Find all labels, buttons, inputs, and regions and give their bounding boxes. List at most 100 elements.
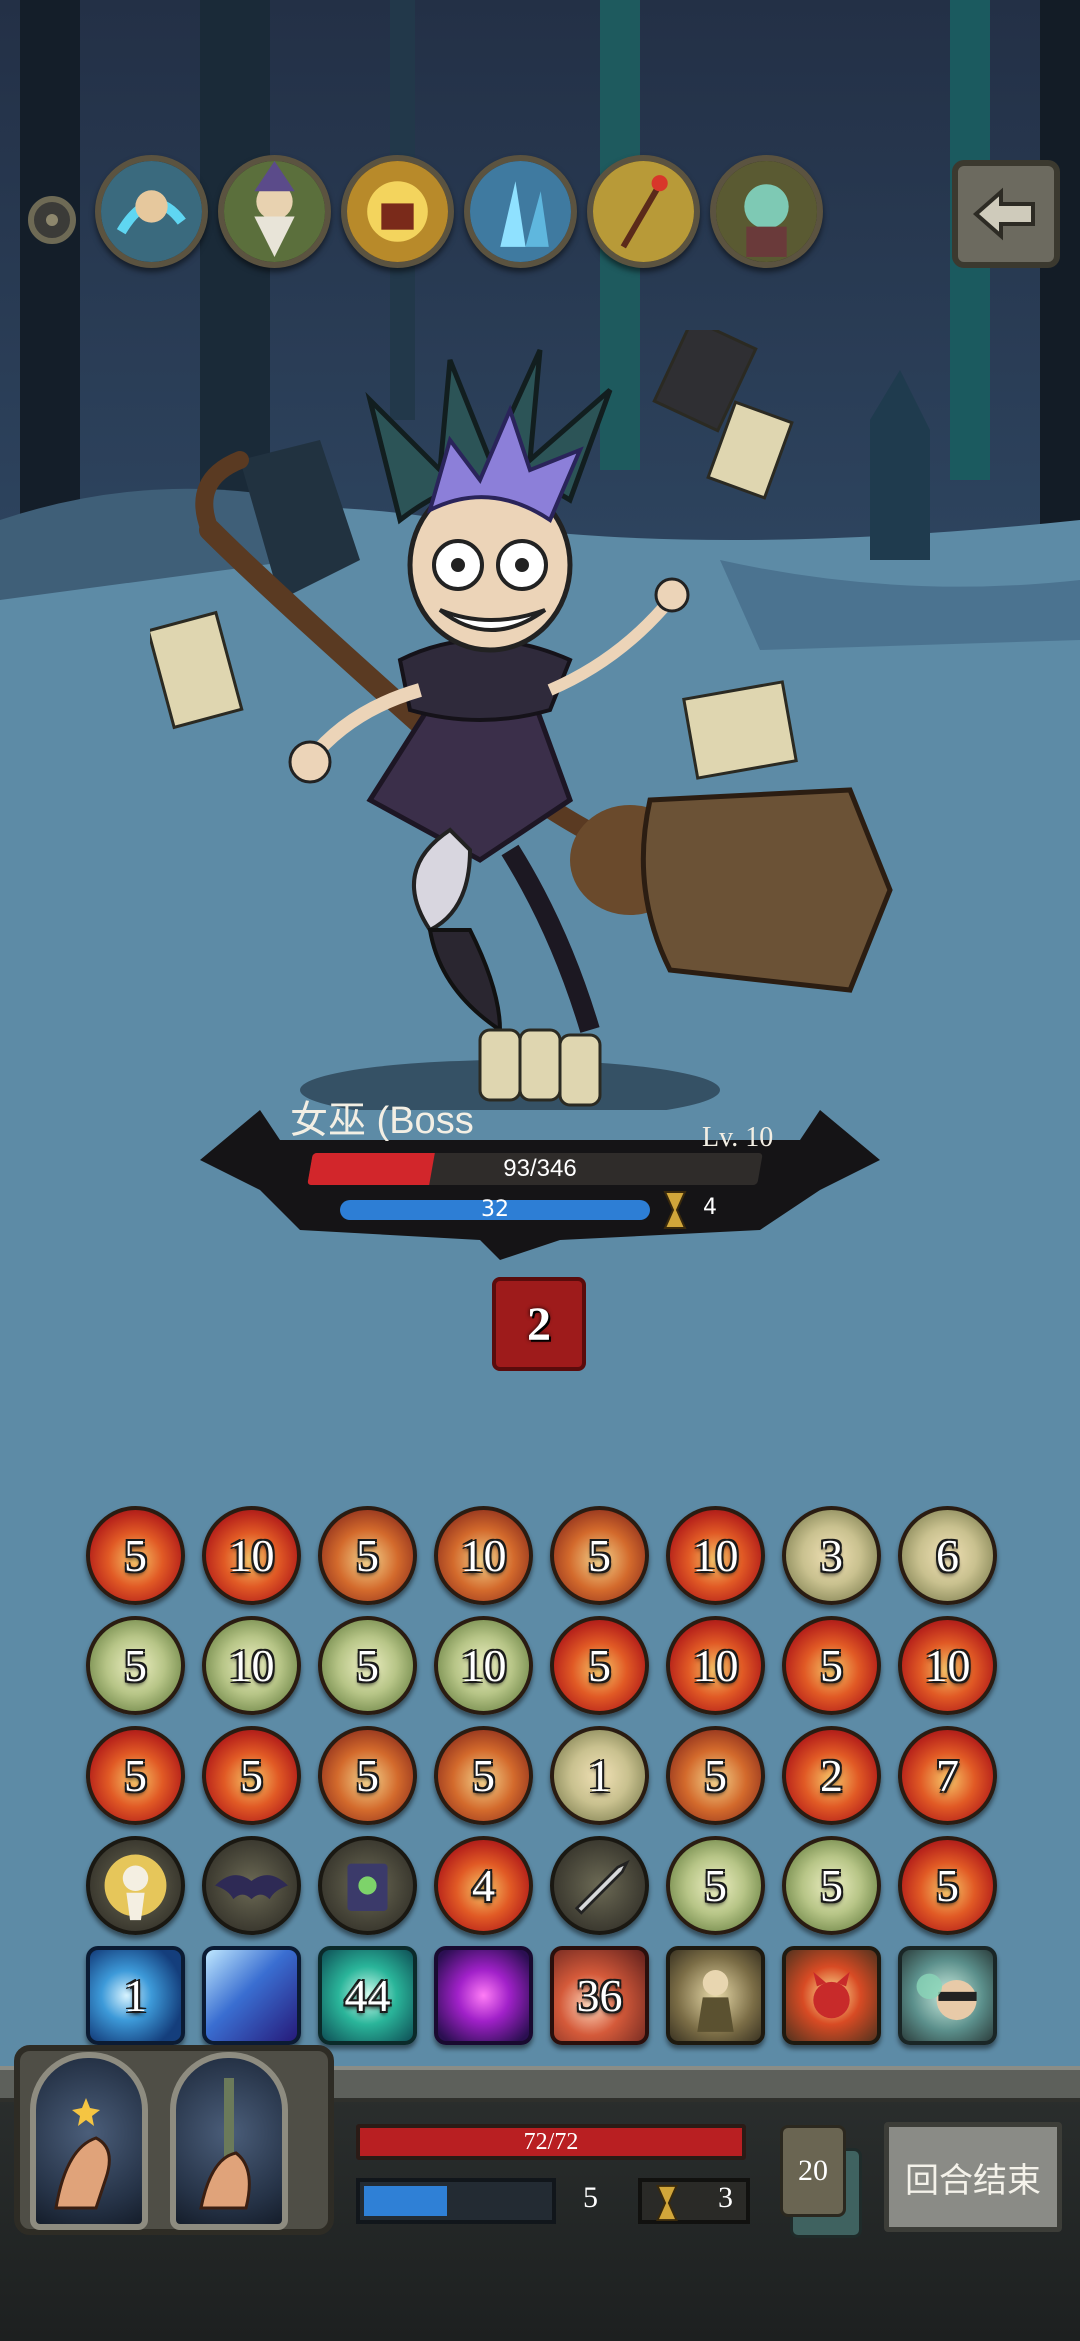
leaf-card[interactable]: 5: [318, 1616, 417, 1715]
card-value: 5: [588, 1640, 611, 1691]
zombie-portrait-icon[interactable]: [710, 155, 823, 268]
draw-pile-button[interactable]: 20: [780, 2125, 846, 2217]
fire-card[interactable]: 10: [666, 1506, 765, 1605]
thief-card[interactable]: [898, 1946, 997, 2045]
witch-boss-illustration[interactable]: [150, 330, 950, 1110]
boss-name: 女巫 (Boss: [290, 1100, 474, 1142]
fire-card[interactable]: 7: [898, 1726, 997, 1825]
fire-card[interactable]: 5: [782, 1616, 881, 1715]
skill-storm-card[interactable]: [202, 1946, 301, 2045]
card-value: 10: [228, 1530, 275, 1581]
boss-attack-intent[interactable]: 2: [492, 1277, 586, 1371]
card-value: 10: [924, 1640, 971, 1691]
leaf-card[interactable]: 5: [782, 1836, 881, 1935]
fire-card[interactable]: 2: [782, 1726, 881, 1825]
fire-card[interactable]: 10: [202, 1506, 301, 1605]
boss-intent-value: 2: [527, 1297, 551, 1351]
sparkle-hand-icon: [54, 2098, 111, 2210]
lightning-mage-icon: [90, 1840, 181, 1931]
card-value: 44: [344, 1970, 391, 2021]
burst-card[interactable]: 5: [434, 1726, 533, 1825]
card-grid: 5 10 5 10 5 10 3 6 5 10 5 10 5 10 5 10 5 5 5 5 1 5 2 7 4 5 5 5 1 44 36: [86, 1506, 1006, 2045]
water-hand-portrait-icon[interactable]: [95, 155, 208, 268]
card-value: 1: [588, 1750, 611, 1801]
skill-ice-card[interactable]: 1: [86, 1946, 185, 2045]
hero-slot-sparkle-hand[interactable]: [30, 2052, 148, 2230]
bat-icon: [206, 1840, 297, 1931]
boss-shield-text: 32: [481, 1197, 509, 1222]
card-value: 10: [228, 1640, 275, 1691]
card-value: 36: [576, 1970, 623, 2021]
ghost-card[interactable]: 6: [898, 1506, 997, 1605]
card-value: 5: [588, 1530, 611, 1581]
boss-hp-text: 93/346: [503, 1155, 577, 1182]
leaf-card[interactable]: 5: [86, 1616, 185, 1715]
leaf-card[interactable]: 10: [434, 1616, 533, 1715]
fire-card[interactable]: 5: [898, 1836, 997, 1935]
thief-icon: [902, 1950, 993, 2041]
fire-card[interactable]: 5: [86, 1726, 185, 1825]
monk-icon: [670, 1950, 761, 2041]
player-turns-value: 3: [718, 2181, 733, 2214]
skill-teal-card[interactable]: 44: [318, 1946, 417, 2045]
party-portrait-row: [95, 155, 835, 275]
leaf-card[interactable]: 10: [202, 1616, 301, 1715]
monk-card[interactable]: [666, 1946, 765, 2045]
card-value: 5: [472, 1750, 495, 1801]
fire-card[interactable]: 5: [550, 1616, 649, 1715]
fire-card[interactable]: 4: [434, 1836, 533, 1935]
card-value: 5: [356, 1750, 379, 1801]
card-value: 5: [240, 1750, 263, 1801]
bat-card[interactable]: [202, 1836, 301, 1935]
crystal-shard-portrait-icon[interactable]: [464, 155, 577, 268]
card-value: 10: [460, 1640, 507, 1691]
old-wizard-portrait-icon[interactable]: [218, 155, 331, 268]
lightning-mage-card[interactable]: [86, 1836, 185, 1935]
deck-count: 20: [798, 2154, 828, 2187]
fire-card[interactable]: 10: [666, 1616, 765, 1715]
hourglass-icon: [656, 2184, 678, 2222]
skill-rust-card[interactable]: 36: [550, 1946, 649, 2045]
sword-hand-icon: [199, 2078, 251, 2210]
card-value: 10: [460, 1530, 507, 1581]
end-turn-button[interactable]: 回合结束: [884, 2122, 1062, 2232]
fire-card[interactable]: 10: [898, 1616, 997, 1715]
spellbook-card[interactable]: [318, 1836, 417, 1935]
burst-card[interactable]: 5: [318, 1726, 417, 1825]
card-value: 6: [936, 1530, 959, 1581]
card-value: 5: [936, 1860, 959, 1911]
fire-card[interactable]: 5: [202, 1726, 301, 1825]
card-value: 5: [124, 1750, 147, 1801]
card-value: 5: [704, 1750, 727, 1801]
demon-card[interactable]: [782, 1946, 881, 2045]
flaming-book-portrait-icon[interactable]: [341, 155, 454, 268]
leaf-card[interactable]: 5: [666, 1836, 765, 1935]
relic-slot-icon[interactable]: [28, 196, 76, 244]
card-value: 4: [472, 1860, 495, 1911]
demon-icon: [786, 1950, 877, 2041]
card-value: 2: [820, 1750, 843, 1801]
burst-card[interactable]: 5: [666, 1726, 765, 1825]
sword-icon: [554, 1840, 645, 1931]
burst-card[interactable]: 5: [550, 1506, 649, 1605]
card-value: 5: [124, 1640, 147, 1691]
player-energy-fill: [364, 2186, 447, 2216]
card-value: 5: [124, 1530, 147, 1581]
sword-card[interactable]: [550, 1836, 649, 1935]
back-arrow-icon: [972, 187, 1035, 241]
skill-violet-card[interactable]: [434, 1946, 533, 2045]
ghost-card[interactable]: 1: [550, 1726, 649, 1825]
card-value: 5: [820, 1860, 843, 1911]
hero-slot-sword-hand[interactable]: [170, 2052, 288, 2230]
card-value: 7: [936, 1750, 959, 1801]
ghost-card[interactable]: 3: [782, 1506, 881, 1605]
back-button[interactable]: [952, 160, 1060, 268]
burst-card[interactable]: 10: [434, 1506, 533, 1605]
fire-card[interactable]: 5: [86, 1506, 185, 1605]
burst-card[interactable]: 5: [318, 1506, 417, 1605]
hourglass-icon: [663, 1191, 687, 1229]
card-value: 5: [820, 1640, 843, 1691]
card-value: 5: [356, 1640, 379, 1691]
card-value: 3: [820, 1530, 843, 1581]
wand-portrait-icon[interactable]: [587, 155, 700, 268]
